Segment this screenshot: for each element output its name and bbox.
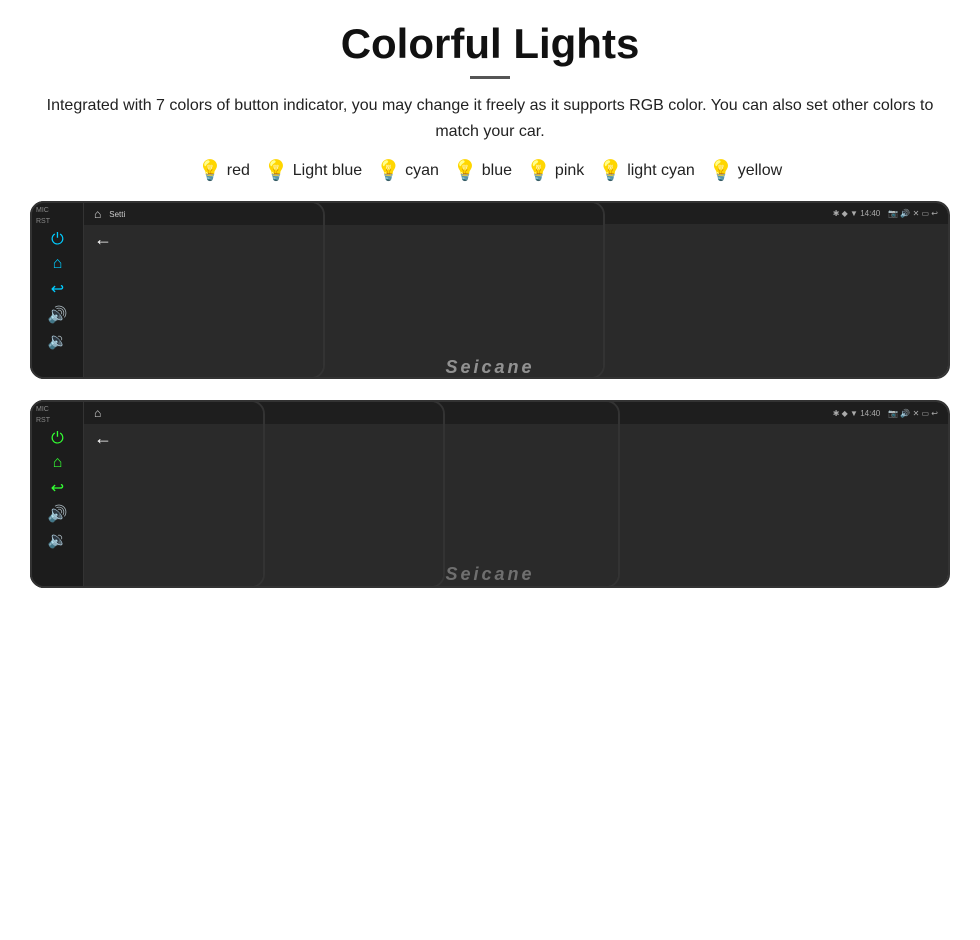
description: Integrated with 7 colors of button indic… [40,93,940,144]
bottom-device-row: MIC RST ⏻ ⌂ ↩ 🔊 🔉 ⌂ Settings [30,400,950,600]
color-item-yellow: 💡 yellow [709,158,782,183]
color-label-red: red [227,162,250,180]
color-item-red: 💡 red [198,158,250,183]
page-container: Colorful Lights Integrated with 7 colors… [0,0,980,940]
color-item-cyan: 💡 cyan [376,158,439,183]
color-label-lightblue: Light blue [293,162,362,180]
bulb-lightblue: 💡 [264,158,289,183]
color-item-lightcyan: 💡 light cyan [598,158,695,183]
bulb-yellow: 💡 [709,158,734,183]
bottom-device-stack: MIC RST ⏻ ⌂ ↩ 🔊 🔉 ⌂ Settings [30,400,950,595]
color-label-yellow: yellow [738,162,782,180]
bulb-red: 💡 [198,158,223,183]
devices-section: MIC RST ⏻ ⌂ ↩ 🔊 🔉 ⌂ Settings [30,201,950,600]
top-device-stack: MIC RST ⏻ ⌂ ↩ 🔊 🔉 ⌂ Settings [30,201,950,386]
page-title: Colorful Lights [341,20,640,68]
color-list: 💡 red 💡 Light blue 💡 cyan 💡 blue 💡 pink … [198,158,782,183]
bulb-pink: 💡 [526,158,551,183]
color-label-cyan: cyan [405,162,439,180]
bulb-lightcyan: 💡 [598,158,623,183]
title-divider [470,76,510,79]
bottom-device-4: MIC RST ⏻ ⌂ ↩ 🔊 🔉 ⌂ [30,400,265,588]
color-item-blue: 💡 blue [453,158,512,183]
device-card-3: MIC RST ⏻ ⌂ ↩ 🔊 🔉 ⌂ Setti [30,201,325,379]
top-device-row: MIC RST ⏻ ⌂ ↩ 🔊 🔉 ⌂ Settings [30,201,950,386]
color-label-lightcyan: light cyan [627,162,695,180]
color-label-pink: pink [555,162,584,180]
color-item-lightblue: 💡 Light blue [264,158,362,183]
bulb-blue: 💡 [453,158,478,183]
color-label-blue: blue [482,162,512,180]
color-item-pink: 💡 pink [526,158,584,183]
bulb-cyan: 💡 [376,158,401,183]
